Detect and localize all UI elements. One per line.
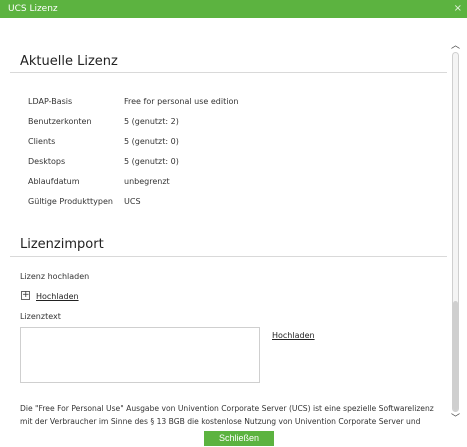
close-icon[interactable]: × xyxy=(454,3,462,14)
close-dialog-button[interactable]: Schließen xyxy=(204,431,274,446)
chevron-down-icon[interactable]: ﹀ xyxy=(451,411,460,424)
license-row-label: LDAP-Basis xyxy=(28,97,73,106)
scroll-thumb[interactable] xyxy=(453,301,458,411)
license-row-value: 5 (genutzt: 0) xyxy=(124,157,179,166)
license-text-label: Lizenztext xyxy=(20,312,61,321)
license-row-label: Desktops xyxy=(28,157,66,166)
section-divider xyxy=(10,72,447,73)
dialog-title: UCS Lizenz xyxy=(8,4,58,14)
dialog-content: Aktuelle Lizenz LDAP-Basis Free for pers… xyxy=(0,18,447,430)
license-row-value: 5 (genutzt: 2) xyxy=(124,117,179,126)
license-row-value: Free for personal use edition xyxy=(124,97,239,106)
license-row-value: unbegrenzt xyxy=(124,177,170,186)
license-row-label: Ablaufdatum xyxy=(28,177,80,186)
license-text-input[interactable] xyxy=(20,327,260,383)
section-divider xyxy=(10,256,447,257)
plus-icon[interactable]: + xyxy=(21,291,30,300)
dialog-titlebar: UCS Lizenz × xyxy=(0,0,467,18)
license-row-label: Gültige Produkttypen xyxy=(28,197,113,206)
license-description: Die "Free For Personal Use" Ausgabe von … xyxy=(20,404,434,430)
license-row-value: 5 (genutzt: 0) xyxy=(124,137,179,146)
license-row-label: Benutzerkonten xyxy=(28,117,92,126)
chevron-up-icon[interactable]: ︿ xyxy=(451,38,460,51)
license-text-upload-link[interactable]: Hochladen xyxy=(272,331,315,340)
upload-link[interactable]: Hochladen xyxy=(36,292,79,301)
upload-label: Lizenz hochladen xyxy=(20,272,90,281)
current-license-heading: Aktuelle Lizenz xyxy=(20,54,118,69)
scroll-track[interactable] xyxy=(452,52,459,412)
license-import-heading: Lizenzimport xyxy=(20,237,104,252)
license-row-value: UCS xyxy=(124,197,141,206)
license-row-label: Clients xyxy=(28,137,56,146)
vertical-scrollbar[interactable]: ︿ ﹀ xyxy=(448,36,463,430)
